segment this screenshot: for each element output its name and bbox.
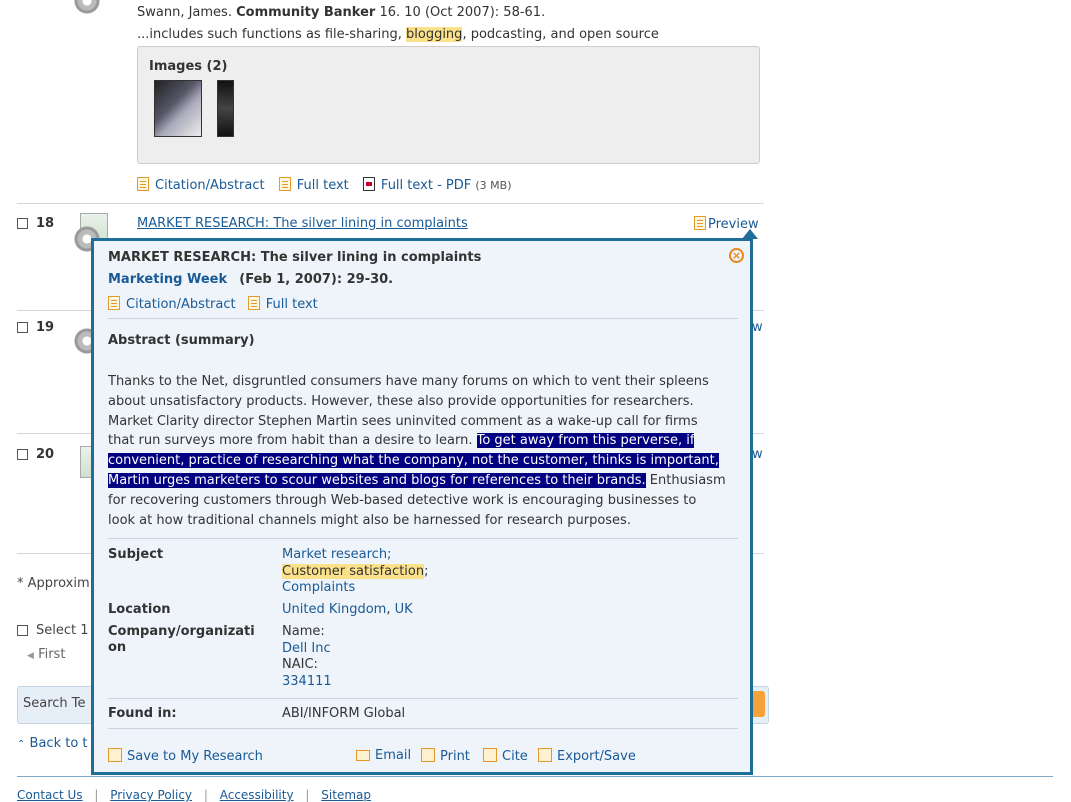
abstract-line: look at how traditional channels might a… <box>108 512 631 528</box>
printer-icon <box>421 748 435 762</box>
subject-list: Market research; Customer satisfaction; … <box>282 547 429 597</box>
print-button[interactable]: Print <box>421 748 470 764</box>
cite-button[interactable]: Cite <box>483 748 528 764</box>
first-page-link[interactable]: ◀ First <box>27 647 65 662</box>
abstract-line: Thanks to the Net, disgruntled consumers… <box>108 374 709 389</box>
triangle-left-icon: ◀ <box>27 651 34 661</box>
select-all-checkbox[interactable] <box>17 625 28 636</box>
abstract-line: convenient, practice of researching what… <box>108 453 719 469</box>
result-20-checkbox[interactable] <box>17 449 28 460</box>
floppy-disk-icon <box>538 748 552 762</box>
result-number: 19 <box>36 320 55 335</box>
document-icon <box>108 296 120 310</box>
abstract-line: Martin urges marketers to scour websites… <box>108 472 726 488</box>
subject-link[interactable]: Customer satisfaction <box>282 563 425 579</box>
divider <box>108 728 738 729</box>
location-label: Location <box>108 602 171 617</box>
result-19-checkbox[interactable] <box>17 322 28 333</box>
result-20-preview-link[interactable]: w <box>752 447 763 462</box>
select-label: Select 1 <box>36 623 89 638</box>
search-terms-label: Search Te <box>23 696 86 711</box>
document-icon <box>137 177 149 191</box>
export-save-button[interactable]: Export/Save <box>538 748 636 764</box>
location-link[interactable]: United Kingdom <box>282 602 386 617</box>
footer-links: Contact Us | Privacy Policy | Accessibil… <box>17 788 371 802</box>
search-button[interactable] <box>752 691 765 717</box>
result-number: 18 <box>36 216 55 231</box>
divider <box>17 203 764 204</box>
preview-popup: × MARKET RESEARCH: The silver lining in … <box>91 238 753 775</box>
footer-divider <box>17 776 1053 777</box>
company-values: Name: Dell Inc NAIC: 334111 <box>282 624 332 691</box>
abstract-line: that run surveys more from habit than a … <box>108 433 695 449</box>
location-link[interactable]: UK <box>395 602 413 617</box>
result-19-preview-link[interactable]: w <box>752 320 763 335</box>
popup-full-text-link[interactable]: Full text <box>247 296 318 312</box>
abstract-line: Market Clarity director Stephen Martin s… <box>108 413 698 429</box>
save-research-icon <box>108 748 122 762</box>
footer-link-accessibility[interactable]: Accessibility <box>220 788 294 802</box>
company-link[interactable]: Dell Inc <box>282 641 332 658</box>
found-in-label: Found in: <box>108 706 177 721</box>
back-to-top-link[interactable]: ⌃ Back to t <box>17 736 88 751</box>
pdf-icon <box>362 177 375 191</box>
publication-link[interactable]: Marketing Week <box>108 272 227 287</box>
result-17-links: Citation/Abstract Full text Full text - … <box>137 177 512 193</box>
footer-link-privacy[interactable]: Privacy Policy <box>110 788 192 802</box>
envelope-icon <box>356 750 370 761</box>
result-number: 20 <box>36 447 55 462</box>
footer-link-contact[interactable]: Contact Us <box>17 788 83 802</box>
result-17-snippet: ...includes such functions as file-shari… <box>137 27 659 42</box>
full-text-link[interactable]: Full text <box>278 177 349 193</box>
popup-title: MARKET RESEARCH: The silver lining in co… <box>108 250 482 265</box>
popup-citation-link[interactable]: Citation/Abstract <box>108 296 236 312</box>
email-button[interactable]: Email <box>356 748 411 763</box>
preview-icon <box>694 216 706 230</box>
abstract-line: for recovering customers through Web-bas… <box>108 492 697 508</box>
close-icon[interactable]: × <box>729 248 744 263</box>
result-17-citation: Swann, James. Community Banker 16. 10 (O… <box>137 5 546 20</box>
image-thumbnail-1[interactable] <box>154 80 202 137</box>
pdf-size: (3 MB) <box>475 179 512 192</box>
result-18-title-link[interactable]: MARKET RESEARCH: The silver lining in co… <box>137 216 468 231</box>
abstract-text: Thanks to the Net, disgruntled consumers… <box>108 372 748 530</box>
subject-label: Subject <box>108 547 164 562</box>
citation-abstract-link[interactable]: Citation/Abstract <box>137 177 265 193</box>
divider <box>108 318 738 319</box>
abstract-heading: Abstract (summary) <box>108 333 255 348</box>
footer-link-sitemap[interactable]: Sitemap <box>321 788 371 802</box>
chevron-up-icon: ⌃ <box>17 739 26 750</box>
images-label: Images (2) <box>149 59 228 74</box>
subject-link[interactable]: Complaints <box>282 580 428 597</box>
result-18-checkbox[interactable] <box>17 218 28 229</box>
document-icon <box>278 177 291 191</box>
publication-name: Community Banker <box>236 5 376 20</box>
image-thumbnail-2[interactable] <box>217 80 234 137</box>
abstract-line: about unsatisfactory products. However, … <box>108 393 694 409</box>
save-to-my-research-button[interactable]: Save to My Research <box>108 748 263 764</box>
gear-icon <box>74 0 100 14</box>
divider <box>108 538 738 539</box>
popup-source: Marketing Week (Feb 1, 2007): 29-30. <box>108 272 394 287</box>
location-values: United Kingdom, UK <box>282 602 413 617</box>
found-in-value: ABI/INFORM Global <box>282 706 406 721</box>
popup-links: Citation/Abstract Full text <box>108 296 318 312</box>
divider <box>108 698 738 699</box>
company-label: Company/organizati on <box>108 624 255 655</box>
images-panel: Images (2) <box>137 46 760 164</box>
cite-icon <box>483 748 497 762</box>
naic-link[interactable]: 334111 <box>282 674 332 691</box>
full-text-pdf-link[interactable]: Full text - PDF <box>362 177 471 193</box>
subject-link[interactable]: Market research; <box>282 547 428 564</box>
approx-note: * Approxim <box>17 576 90 591</box>
document-icon <box>247 296 260 310</box>
